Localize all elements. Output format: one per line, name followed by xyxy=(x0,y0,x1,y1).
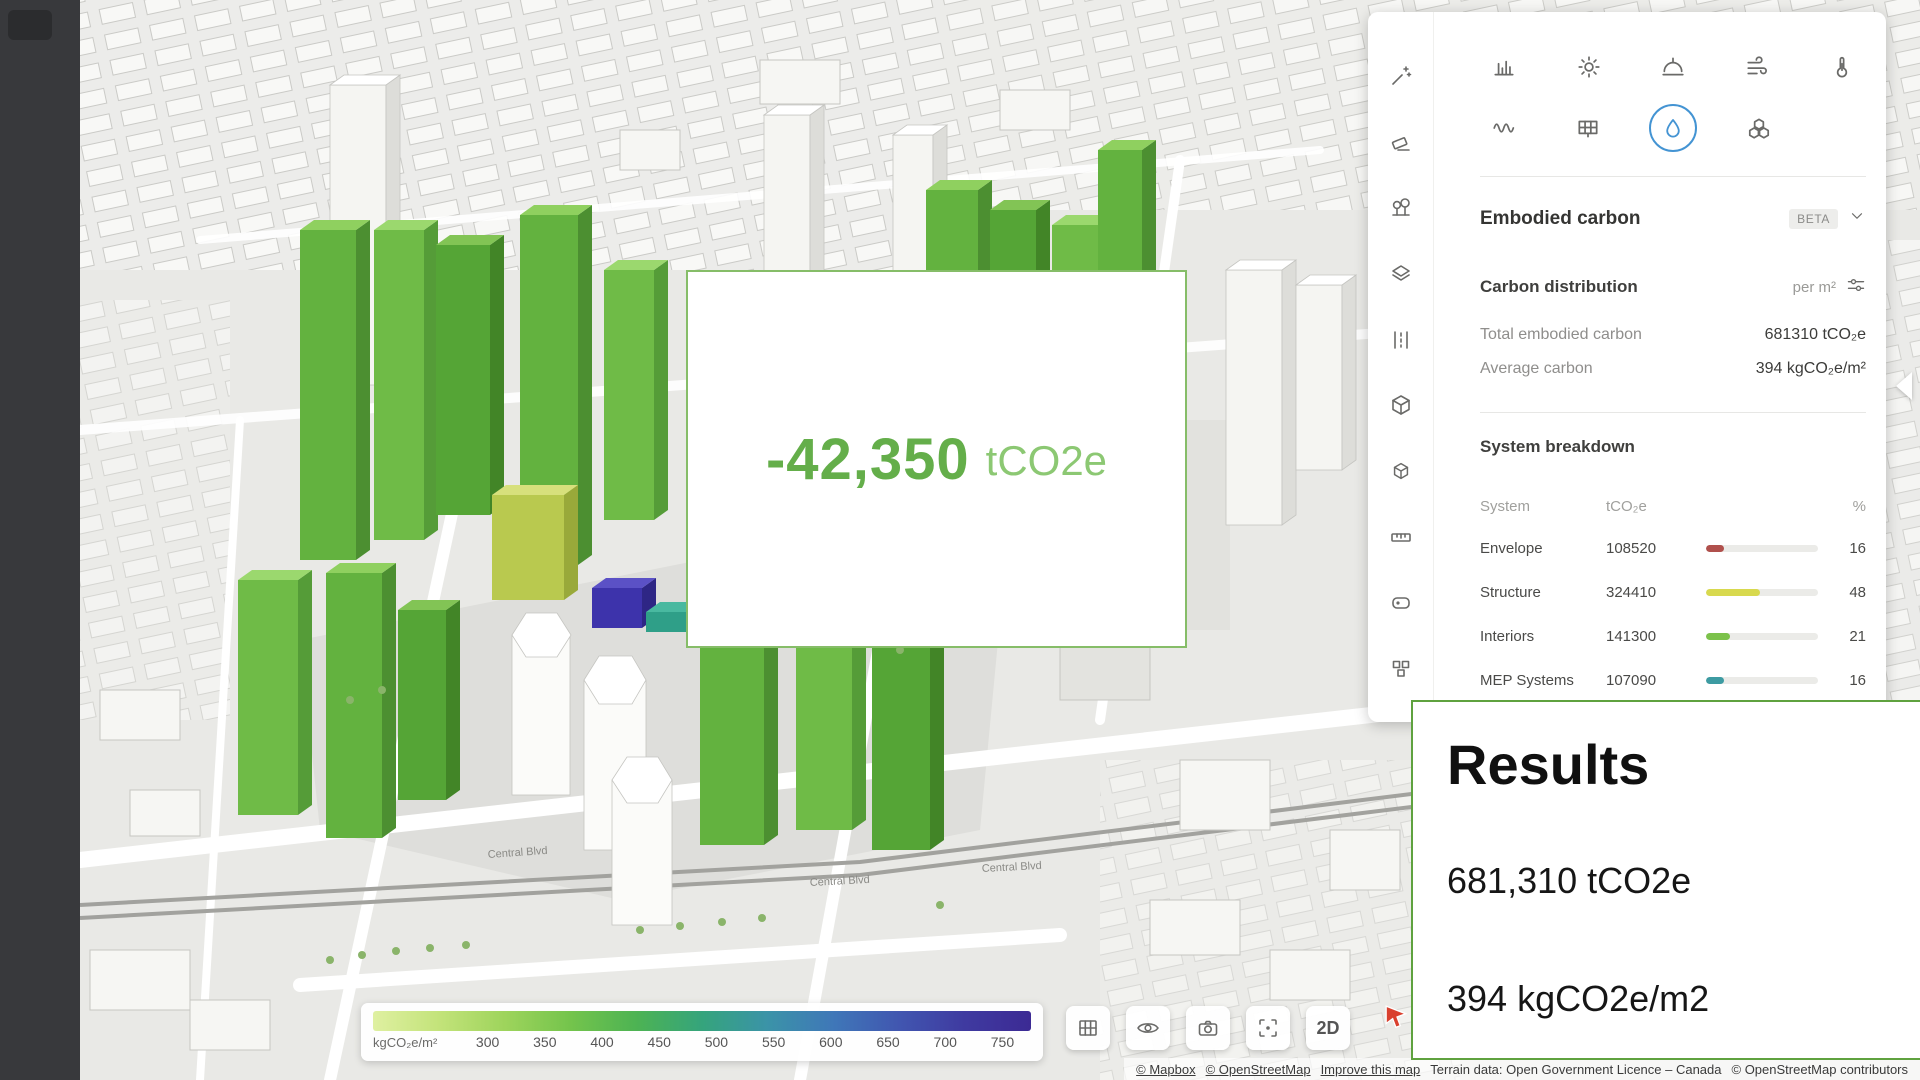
breakdown-row-structure: Structure 324410 48 xyxy=(1480,581,1866,603)
results-total: 681,310 tCO2e xyxy=(1447,860,1691,902)
chevron-down-icon[interactable] xyxy=(1848,207,1866,230)
terrain-credit: Terrain data: Open Government Licence – … xyxy=(1430,1062,1721,1077)
statistics-icon[interactable] xyxy=(1482,45,1526,89)
map-attribution: © Mapbox © OpenStreetMap Improve this ma… xyxy=(1124,1058,1920,1080)
panel-collapse-handle[interactable] xyxy=(1896,372,1912,400)
analysis-panel: Embodied carbon BETA Carbon distribution… xyxy=(1368,12,1886,722)
visibility-icon[interactable] xyxy=(1126,1006,1170,1050)
breakdown-row-envelope: Envelope 108520 16 xyxy=(1480,537,1866,559)
analysis-panel-body: Embodied carbon BETA Carbon distribution… xyxy=(1434,12,1886,722)
legend-tick: 500 xyxy=(688,1034,745,1050)
vegetation-icon[interactable] xyxy=(1386,196,1416,221)
noise-icon[interactable] xyxy=(1482,106,1526,150)
row-system: Interiors xyxy=(1480,628,1598,645)
cube-icon[interactable] xyxy=(1386,459,1416,484)
left-strip-notch xyxy=(8,10,52,40)
map-toolbar: 2D xyxy=(1066,1006,1350,1050)
legend-tick: 700 xyxy=(917,1034,974,1050)
eraser-icon[interactable] xyxy=(1386,130,1416,155)
thermometer-icon[interactable] xyxy=(1820,45,1864,89)
annotation-icon[interactable] xyxy=(1386,590,1416,615)
tool-rail xyxy=(1368,12,1434,722)
measure-icon[interactable] xyxy=(1386,525,1416,550)
average-carbon-label: Average carbon xyxy=(1480,360,1593,380)
carbon-delta-value: -42,350 xyxy=(766,426,970,493)
panel-divider xyxy=(1480,412,1866,413)
row-system: Envelope xyxy=(1480,540,1598,557)
results-card: Results 681,310 tCO2e 394 kgCO2e/m2 xyxy=(1411,700,1920,1060)
sliders-icon[interactable] xyxy=(1846,275,1866,300)
panel-divider xyxy=(1480,176,1866,177)
row-value: 107090 xyxy=(1606,672,1698,689)
mode-2d-button[interactable]: 2D xyxy=(1306,1006,1350,1050)
row-value: 324410 xyxy=(1606,584,1698,601)
box-3d-icon[interactable] xyxy=(1386,393,1416,418)
col-system: System xyxy=(1480,498,1598,515)
wand-icon[interactable] xyxy=(1386,64,1416,89)
pointer-cursor-icon xyxy=(1384,1004,1410,1035)
row-percent: 48 xyxy=(1826,584,1866,601)
row-bar xyxy=(1706,677,1818,684)
average-carbon-value: 394 kgCO₂e/m² xyxy=(1756,360,1866,380)
row-bar xyxy=(1706,633,1818,640)
col-percent: % xyxy=(1826,498,1866,515)
osm-link[interactable]: © OpenStreetMap xyxy=(1206,1062,1311,1077)
system-breakdown-title: System breakdown xyxy=(1480,437,1866,459)
row-bar xyxy=(1706,589,1818,596)
analysis-tabs-row2 xyxy=(1480,106,1866,150)
row-system: MEP Systems xyxy=(1480,672,1598,689)
analysis-tabs-row1 xyxy=(1480,54,1866,80)
app-window: Central Blvd Central Blvd Central Blvd -… xyxy=(0,0,1920,1080)
road-section-icon[interactable] xyxy=(1386,327,1416,352)
legend-tick: 300 xyxy=(459,1034,516,1050)
left-app-strip xyxy=(0,0,80,1080)
carbon-delta-card: -42,350 tCO2e xyxy=(686,270,1187,648)
layers-icon[interactable] xyxy=(1386,261,1416,286)
solar-energy-icon[interactable] xyxy=(1566,106,1610,150)
row-percent: 16 xyxy=(1826,672,1866,689)
legend-tick: 350 xyxy=(516,1034,573,1050)
embodied-carbon-icon[interactable] xyxy=(1649,104,1697,152)
row-value: 108520 xyxy=(1606,540,1698,557)
carbon-legend: kgCO₂e/m² 300 350 400 450 500 550 600 65… xyxy=(361,1003,1043,1061)
row-system: Structure xyxy=(1480,584,1598,601)
mapbox-link[interactable]: © Mapbox xyxy=(1136,1062,1195,1077)
beta-badge: BETA xyxy=(1789,209,1838,229)
breakdown-row-interiors: Interiors 141300 21 xyxy=(1480,625,1866,647)
panel-title: Embodied carbon xyxy=(1480,208,1789,230)
blocks-icon[interactable] xyxy=(1386,656,1416,681)
legend-tick: 750 xyxy=(974,1034,1031,1050)
results-title: Results xyxy=(1447,732,1649,797)
recenter-icon[interactable] xyxy=(1246,1006,1290,1050)
legend-tick: 650 xyxy=(859,1034,916,1050)
row-bar xyxy=(1706,545,1818,552)
screenshot-icon[interactable] xyxy=(1186,1006,1230,1050)
breakdown-header: System tCO₂e % xyxy=(1480,497,1866,515)
results-average: 394 kgCO2e/m2 xyxy=(1447,978,1709,1020)
breakdown-row-mep: MEP Systems 107090 16 xyxy=(1480,669,1866,691)
carbon-delta-unit: tCO2e xyxy=(986,437,1107,485)
osm-contributors-credit: © OpenStreetMap contributors xyxy=(1732,1062,1909,1077)
row-percent: 16 xyxy=(1826,540,1866,557)
total-carbon-label: Total embodied carbon xyxy=(1480,326,1642,346)
map-style-icon[interactable] xyxy=(1066,1006,1110,1050)
distribution-unit: per m² xyxy=(1793,279,1836,296)
legend-tick: 450 xyxy=(631,1034,688,1050)
col-tco2e: tCO₂e xyxy=(1606,498,1698,515)
shadow-study-icon[interactable] xyxy=(1651,45,1695,89)
legend-unit: kgCO₂e/m² xyxy=(373,1035,459,1050)
microclimate-icon[interactable] xyxy=(1737,106,1781,150)
improve-map-link[interactable]: Improve this map xyxy=(1321,1062,1421,1077)
row-percent: 21 xyxy=(1826,628,1866,645)
row-value: 141300 xyxy=(1606,628,1698,645)
total-carbon-value: 681310 tCO₂e xyxy=(1765,326,1866,346)
wind-icon[interactable] xyxy=(1736,45,1780,89)
legend-tick: 400 xyxy=(573,1034,630,1050)
distribution-label: Carbon distribution xyxy=(1480,277,1793,297)
legend-gradient xyxy=(373,1011,1031,1031)
legend-tick: 550 xyxy=(745,1034,802,1050)
sun-icon[interactable] xyxy=(1567,45,1611,89)
legend-tick: 600 xyxy=(802,1034,859,1050)
